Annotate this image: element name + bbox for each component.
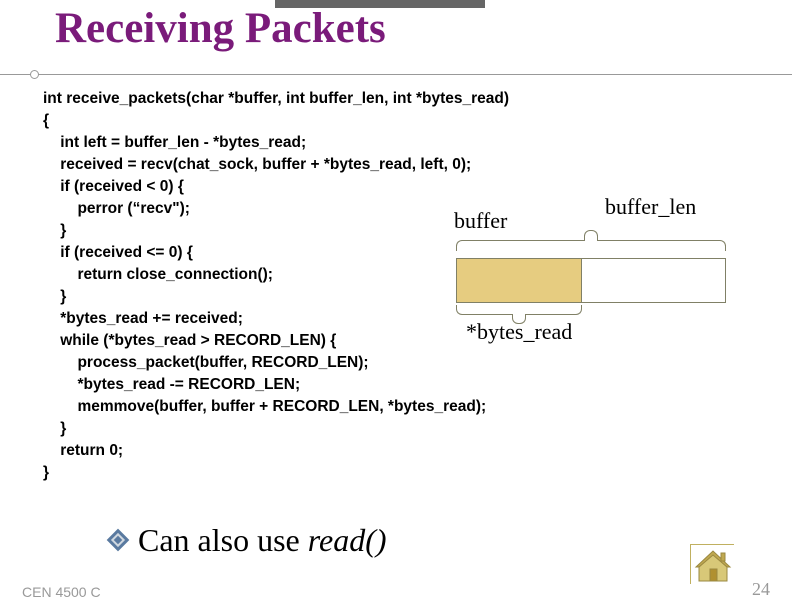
code-line: } <box>43 464 49 481</box>
code-line: } <box>43 222 66 239</box>
code-line: } <box>43 420 66 437</box>
code-line: process_packet(buffer, RECORD_LEN); <box>43 354 369 371</box>
bytes-read-fill-rect <box>456 258 582 303</box>
code-line: *bytes_read -= RECORD_LEN; <box>43 376 300 393</box>
home-icon <box>690 544 734 584</box>
bullet-line: Can also use read() <box>110 522 387 559</box>
bullet-func: read() <box>308 522 387 558</box>
code-line: return 0; <box>43 442 123 459</box>
code-line: int left = buffer_len - *bytes_read; <box>43 134 306 151</box>
title-ornament-circle <box>30 70 39 79</box>
label-buffer-len: buffer_len <box>605 194 696 220</box>
footer-course: CEN 4500 C <box>22 584 101 600</box>
code-line: { <box>43 112 49 129</box>
code-line: while (*bytes_read > RECORD_LEN) { <box>43 332 336 349</box>
buffer-diagram: buffer buffer_len *bytes_read <box>420 194 750 344</box>
code-line: int receive_packets(char *buffer, int bu… <box>43 90 509 107</box>
footer-page-number: 24 <box>752 579 770 600</box>
code-line: perror (“recv"); <box>43 200 190 217</box>
code-line: received = recv(chat_sock, buffer + *byt… <box>43 156 471 173</box>
diamond-bullet-icon <box>107 529 130 552</box>
code-line: *bytes_read += received; <box>43 310 243 327</box>
label-bytes-read: *bytes_read <box>466 319 572 345</box>
bullet-text: Can also use <box>138 522 308 558</box>
code-line: memmove(buffer, buffer + RECORD_LEN, *by… <box>43 398 486 415</box>
code-line: return close_connection(); <box>43 266 273 283</box>
slide-title: Receiving Packets <box>55 4 386 53</box>
code-line: if (received < 0) { <box>43 178 184 195</box>
title-underline <box>0 74 792 75</box>
code-line: if (received <= 0) { <box>43 244 193 261</box>
brace-top <box>456 230 726 252</box>
code-line: } <box>43 288 66 305</box>
